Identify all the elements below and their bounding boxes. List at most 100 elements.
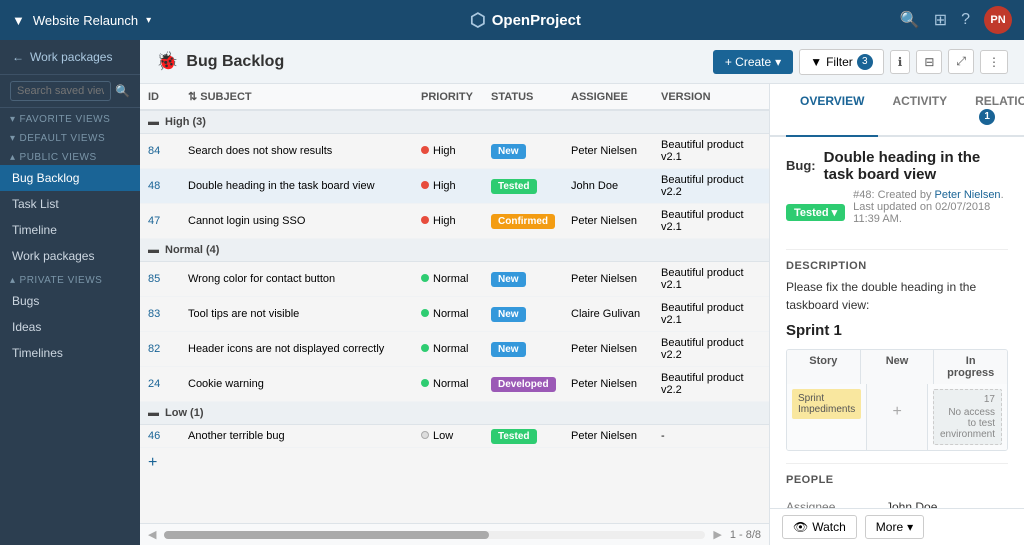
row-assignee: Peter Nielsen: [571, 273, 661, 285]
back-arrow-icon: ←: [12, 50, 24, 64]
sidebar-section-public[interactable]: ▴ PUBLIC VIEWS: [0, 146, 140, 165]
share-button[interactable]: ⊟: [916, 50, 942, 74]
row-status: New: [491, 273, 571, 285]
group-header-low[interactable]: ▬ Low (1): [140, 402, 769, 425]
group-collapse-icon: ▬: [148, 407, 159, 419]
table-row[interactable]: 47 Cannot login using SSO High Confirmed…: [140, 204, 769, 239]
priority-dot: [421, 274, 429, 282]
sidebar-item-task-list[interactable]: Task List: [0, 191, 140, 217]
table-row[interactable]: 84 Search does not show results High New…: [140, 134, 769, 169]
table-row[interactable]: 82 Header icons are not displayed correc…: [140, 332, 769, 367]
pagination-info: 1 - 8/8: [730, 529, 761, 541]
topbar-right: 🔍 ⊞ ? PN: [900, 6, 1012, 34]
more-button[interactable]: More ▾: [865, 515, 924, 539]
subheader-actions: + Create ▾ ▼ Filter 3 ℹ ⊟ ⤢ ⋮: [713, 49, 1008, 75]
row-id: 82: [148, 343, 188, 355]
kanban-add-button[interactable]: +: [872, 389, 922, 435]
sidebar-item-work-packages[interactable]: Work packages: [0, 243, 140, 269]
info-button[interactable]: ℹ: [890, 50, 911, 74]
sidebar-back-btn[interactable]: ← Work packages: [0, 40, 140, 75]
logo-icon: ⬡: [470, 10, 486, 31]
table-row[interactable]: 46 Another terrible bug Low Tested Peter…: [140, 425, 769, 448]
row-subject: Header icons are not displayed correctly: [188, 343, 421, 355]
row-priority: Normal: [421, 343, 491, 355]
group-label: Normal (4): [165, 244, 219, 256]
group-collapse-icon: ▬: [148, 116, 159, 128]
kanban-col-inprogress: In progress: [934, 350, 1007, 384]
kanban-card-sprint-impediments[interactable]: Sprint Impediments: [792, 389, 861, 419]
more-dropdown-icon: ▾: [907, 520, 913, 534]
sidebar-search-area: 🔍: [0, 75, 140, 108]
scroll-left-icon[interactable]: ◀: [148, 528, 156, 541]
watch-button[interactable]: 👁 Watch: [782, 515, 857, 539]
row-status: Tested: [491, 180, 571, 192]
tab-relations-label: RELATIONS: [975, 94, 1024, 108]
detail-status-badge[interactable]: Tested ▾: [786, 204, 845, 221]
priority-dot: [421, 216, 429, 224]
more-options-button[interactable]: ⋮: [980, 50, 1008, 74]
grid-icon[interactable]: ⊞: [934, 10, 947, 30]
sidebar-item-timeline[interactable]: Timeline: [0, 217, 140, 243]
row-priority: Normal: [421, 273, 491, 285]
sidebar-section-favorite[interactable]: ▾ FAVORITE VIEWS: [0, 108, 140, 127]
section-label: PRIVATE VIEWS: [20, 275, 103, 286]
tab-activity[interactable]: ACTIVITY: [878, 84, 961, 137]
row-subject: Tool tips are not visible: [188, 308, 421, 320]
priority-dot: [421, 431, 429, 439]
sidebar-item-bugs[interactable]: Bugs: [0, 288, 140, 314]
col-header-status: STATUS: [491, 91, 571, 103]
sidebar-section-default[interactable]: ▾ DEFAULT VIEWS: [0, 127, 140, 146]
add-row-button[interactable]: +: [140, 448, 769, 478]
row-subject: Double heading in the task board view: [188, 180, 421, 192]
app-name: OpenProject: [492, 12, 581, 29]
group-header-high[interactable]: ▬ High (3): [140, 111, 769, 134]
sidebar-item-label: Ideas: [12, 320, 41, 334]
col-header-priority: PRIORITY: [421, 91, 491, 103]
tab-overview[interactable]: OVERVIEW: [786, 84, 878, 137]
kanban-header: Story New In progress: [787, 350, 1007, 384]
create-button[interactable]: + Create ▾: [713, 50, 793, 74]
status-badge: Confirmed: [491, 214, 555, 229]
table-row[interactable]: 83 Tool tips are not visible Normal New …: [140, 297, 769, 332]
row-version: Beautiful product v2.1: [661, 139, 761, 163]
kanban-col-new: New: [861, 350, 935, 384]
scroll-track[interactable]: [164, 531, 705, 539]
filter-button[interactable]: ▼ Filter 3: [799, 49, 884, 75]
row-assignee: Peter Nielsen: [571, 343, 661, 355]
search-icon[interactable]: 🔍: [900, 10, 920, 30]
main-layout: ← Work packages 🔍 ▾ FAVORITE VIEWS ▾ DEF…: [0, 40, 1024, 545]
help-icon[interactable]: ?: [961, 11, 970, 29]
sidebar-item-timelines[interactable]: Timelines: [0, 340, 140, 366]
priority-dot: [421, 146, 429, 154]
avatar[interactable]: PN: [984, 6, 1012, 34]
people-section: Assignee John Doe Accountable -: [786, 496, 1008, 509]
sidebar-section-private[interactable]: ▴ PRIVATE VIEWS: [0, 269, 140, 288]
status-badge: Tested: [491, 429, 537, 444]
row-version: Beautiful product v2.2: [661, 372, 761, 396]
description-section-title: DESCRIPTION: [786, 249, 1008, 272]
priority-dot: [421, 344, 429, 352]
project-dropdown-icon[interactable]: ▾: [146, 15, 151, 26]
row-assignee: John Doe: [571, 180, 661, 192]
project-name[interactable]: Website Relaunch: [33, 13, 138, 28]
table-row[interactable]: 48 Double heading in the task board view…: [140, 169, 769, 204]
row-subject: Search does not show results: [188, 145, 421, 157]
scroll-right-icon[interactable]: ▶: [713, 528, 721, 541]
row-subject: Wrong color for contact button: [188, 273, 421, 285]
meta-author-link[interactable]: Peter Nielsen: [935, 189, 1001, 201]
sidebar-item-ideas[interactable]: Ideas: [0, 314, 140, 340]
col-header-id: ID: [148, 91, 188, 103]
status-badge: Developed: [491, 377, 556, 392]
group-header-normal[interactable]: ▬ Normal (4): [140, 239, 769, 262]
expand-button[interactable]: ⤢: [948, 49, 974, 74]
group-label: Low (1): [165, 407, 204, 419]
sidebar-search-input[interactable]: [10, 81, 111, 101]
tab-relations[interactable]: RELATIONS 1: [961, 84, 1024, 137]
row-priority: High: [421, 215, 491, 227]
row-priority: Normal: [421, 378, 491, 390]
table-row[interactable]: 24 Cookie warning Normal Developed Peter…: [140, 367, 769, 402]
people-assignee-row: Assignee John Doe: [786, 496, 1008, 509]
table-row[interactable]: 85 Wrong color for contact button Normal…: [140, 262, 769, 297]
sidebar-item-bug-backlog[interactable]: Bug Backlog: [0, 165, 140, 191]
sidebar-item-label: Task List: [12, 197, 59, 211]
